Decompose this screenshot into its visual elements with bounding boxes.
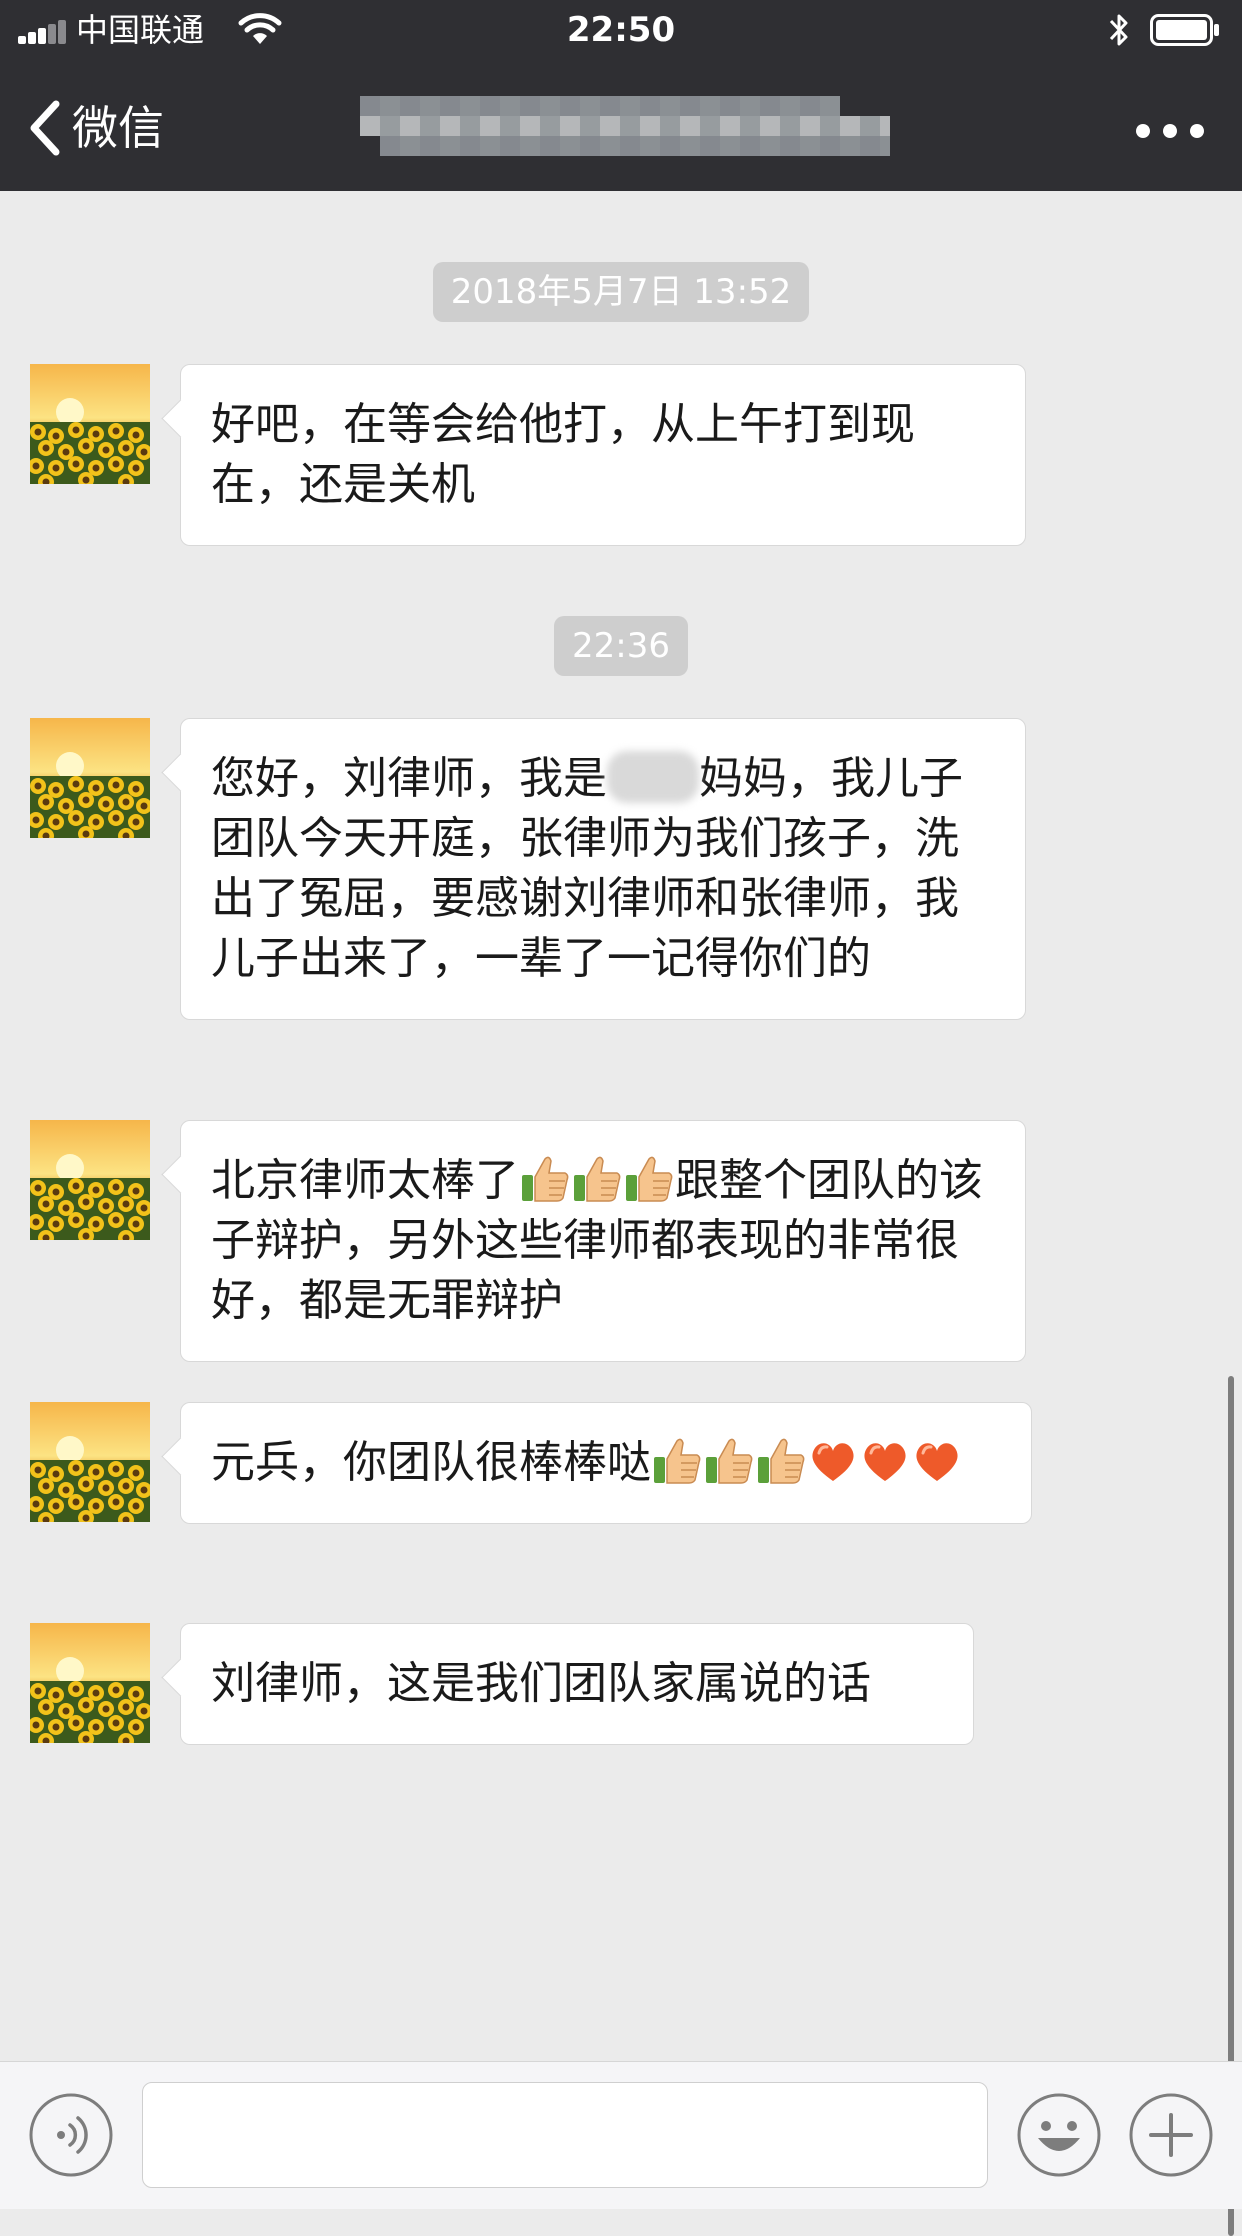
thumbs-up-icon xyxy=(522,1156,569,1202)
navigation-bar: 微信 xyxy=(0,66,1242,191)
sunflower-avatar-image xyxy=(30,1120,150,1240)
avatar[interactable] xyxy=(30,1402,150,1522)
sunflower-avatar-image xyxy=(30,364,150,484)
message-bubble[interactable]: 刘律师，这是我们团队家属说的话 xyxy=(180,1623,974,1745)
emoji-icon[interactable] xyxy=(1016,2092,1102,2178)
heart-icon xyxy=(916,1443,958,1481)
bluetooth-icon xyxy=(1109,14,1128,46)
message-input[interactable] xyxy=(142,2082,988,2188)
timestamp-text: 2018年5月7日 13:52 xyxy=(432,262,810,322)
chat-area[interactable]: 2018年5月7日 13:52 好吧，在等会给他打，从上午打到现在，还是关机 2… xyxy=(0,191,1242,2236)
message-bubble[interactable]: 您好，刘律师，我是 妈妈，我儿子团队今天开庭，张律师为我们孩子，洗出了冤屈，要感谢… xyxy=(180,718,1026,1020)
more-options-button[interactable] xyxy=(1130,106,1210,156)
battery-icon xyxy=(1150,14,1219,46)
plus-icon[interactable] xyxy=(1128,2092,1214,2178)
more-dots-icon xyxy=(1136,124,1150,138)
sunflower-avatar-image xyxy=(30,1402,150,1522)
message-bubble[interactable]: 元兵，你团队很棒棒哒 xyxy=(180,1402,1032,1524)
input-bar xyxy=(0,2061,1242,2209)
redacted-mosaic xyxy=(360,96,890,156)
thumbs-up-icon xyxy=(758,1438,805,1484)
thumbs-up-icon xyxy=(706,1438,753,1484)
message-bubble[interactable]: 好吧，在等会给他打，从上午打到现在，还是关机 xyxy=(180,364,1026,546)
avatar[interactable] xyxy=(30,364,150,484)
back-button[interactable]: 微信 xyxy=(24,96,164,160)
status-bar: 中国联通 22:50 xyxy=(0,0,1242,60)
timestamp: 2018年5月7日 13:52 xyxy=(0,262,1242,322)
message-text: 好吧，在等会给他打，从上午打到现在，还是关机 xyxy=(211,399,915,510)
sunflower-avatar-image xyxy=(30,1623,150,1743)
message-text: 元兵，你团队很棒棒哒 xyxy=(211,1437,651,1488)
thumbs-up-icon xyxy=(654,1438,701,1484)
chat-title-redacted xyxy=(360,96,890,156)
thumbs-up-icon xyxy=(574,1156,621,1202)
timestamp: 22:36 xyxy=(0,616,1242,676)
thumbs-up-icon xyxy=(626,1156,673,1202)
avatar[interactable] xyxy=(30,1623,150,1743)
heart-icon xyxy=(864,1443,906,1481)
avatar[interactable] xyxy=(30,718,150,838)
message-text: 北京律师太棒了 xyxy=(211,1155,519,1206)
chevron-left-icon xyxy=(30,100,60,156)
top-bar: 中国联通 22:50 微信 xyxy=(0,0,1242,191)
status-time: 22:50 xyxy=(566,10,676,50)
message-text: 您好，刘律师，我是 xyxy=(211,753,607,804)
timestamp-text: 22:36 xyxy=(554,616,688,676)
redacted-name xyxy=(607,751,699,803)
message-text: 刘律师，这是我们团队家属说的话 xyxy=(211,1658,871,1709)
avatar[interactable] xyxy=(30,1120,150,1240)
back-label: 微信 xyxy=(72,101,164,155)
voice-icon[interactable] xyxy=(28,2092,114,2178)
message-bubble[interactable]: 北京律师太棒了 跟整个团队的该子辩护，另外这些律师都表现的非常很好，都是无罪辩护 xyxy=(180,1120,1026,1362)
sunflower-avatar-image xyxy=(30,718,150,838)
heart-icon xyxy=(812,1443,854,1481)
